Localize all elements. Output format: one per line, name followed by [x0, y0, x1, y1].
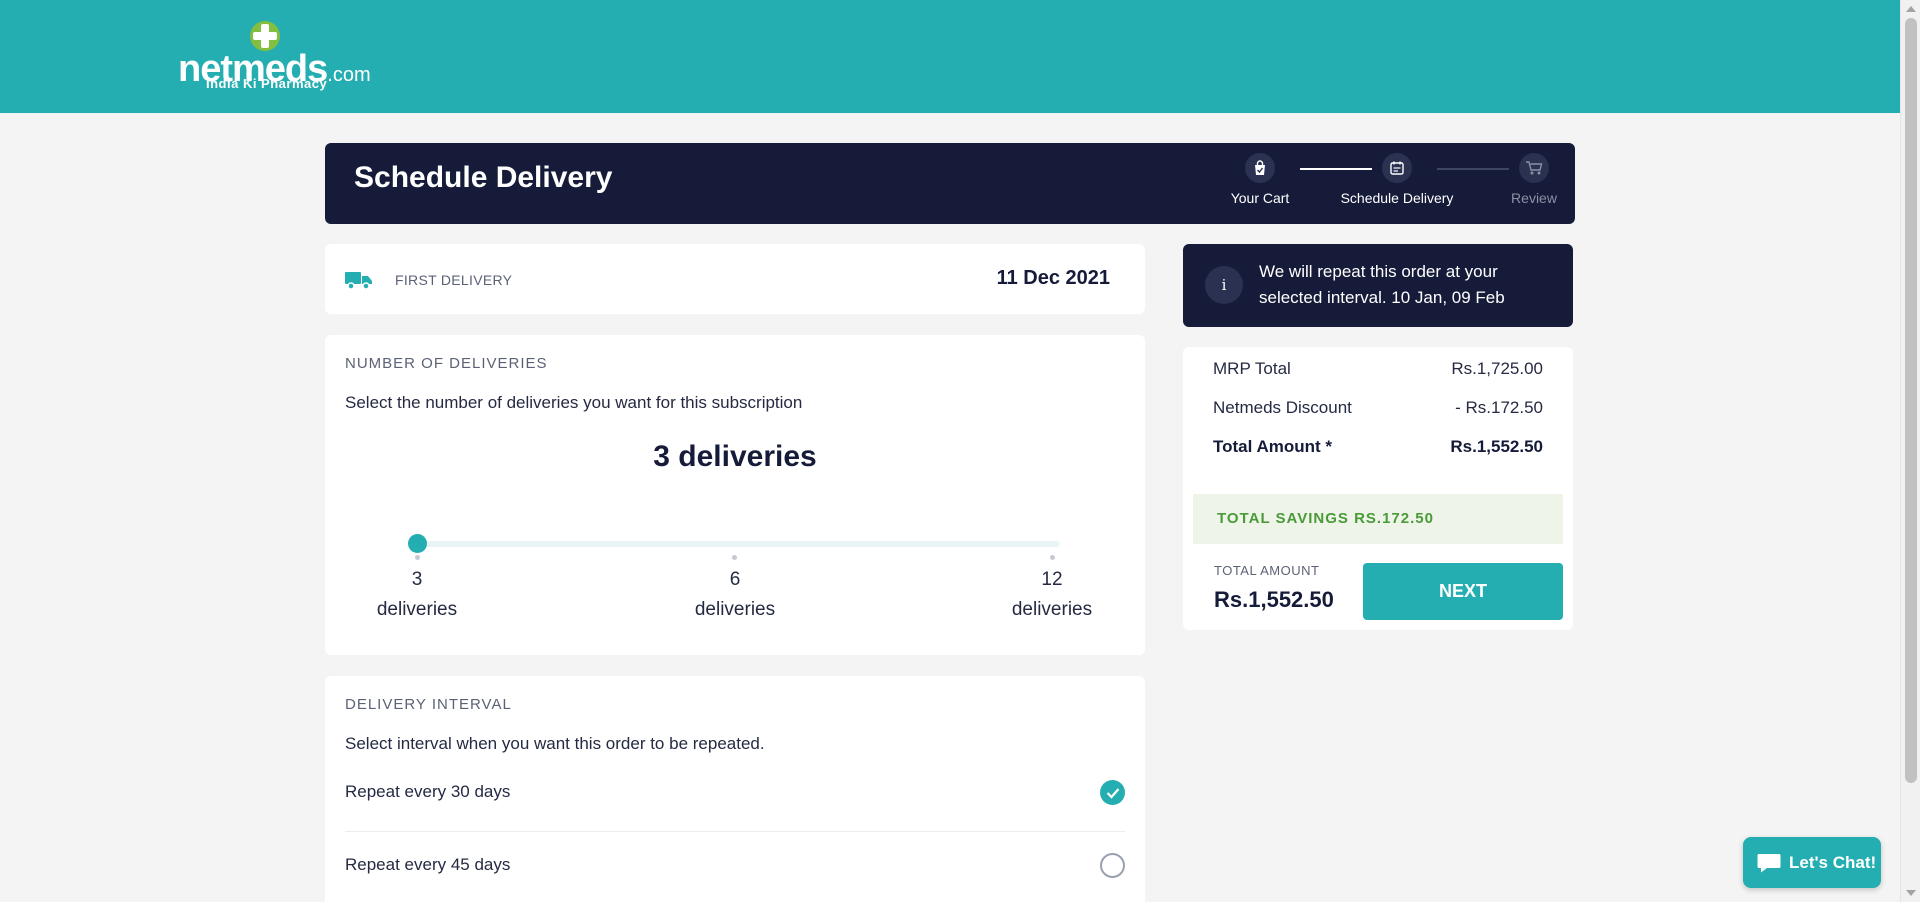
selected-deliveries-value: 3 deliveries	[653, 440, 817, 473]
deliveries-slider-track[interactable]	[417, 541, 1060, 547]
calendar-icon	[1390, 161, 1404, 175]
section-subtitle: Select the number of deliveries you want…	[345, 393, 803, 412]
delivery-option-12[interactable]: 12 deliveries	[997, 565, 1107, 625]
checkout-stepper: Your Cart Schedule Delivery Review	[1200, 153, 1570, 217]
section-title: NUMBER OF DELIVERIES	[345, 355, 548, 372]
summary-row-mrp: MRP Total Rs.1,725.00	[1213, 359, 1543, 378]
delivery-option-6[interactable]: 6 deliveries	[680, 565, 790, 625]
step-your-cart[interactable]: Your Cart	[1200, 153, 1320, 206]
step-review[interactable]: Review	[1474, 153, 1594, 206]
chat-label: Let's Chat!	[1789, 852, 1877, 872]
first-delivery-date[interactable]: 11 Dec 2021	[997, 267, 1110, 290]
delivery-interval-card: DELIVERY INTERVAL Select interval when y…	[325, 676, 1145, 902]
repeat-info-banner: i We will repeat this order at your sele…	[1183, 244, 1573, 327]
summary-row-total: Total Amount * Rs.1,552.50	[1213, 437, 1543, 456]
interval-option-30-days[interactable]: Repeat every 30 days	[345, 768, 1125, 818]
next-button[interactable]: NEXT	[1363, 563, 1563, 620]
lets-chat-button[interactable]: Let's Chat!	[1743, 837, 1881, 888]
scroll-up-arrow-icon[interactable]	[1906, 6, 1916, 12]
scrollbar-thumb[interactable]	[1905, 18, 1917, 783]
slider-tick	[415, 555, 420, 560]
schedule-header-panel: Schedule Delivery Your Cart Schedule Del…	[325, 143, 1575, 224]
total-amount-value: Rs.1,552.50	[1214, 587, 1334, 612]
delivery-option-3[interactable]: 3 deliveries	[362, 565, 472, 625]
deliveries-slider-thumb[interactable]	[408, 534, 427, 553]
total-amount-label: TOTAL AMOUNT	[1214, 563, 1320, 578]
cart-icon	[1526, 161, 1543, 175]
truck-icon	[345, 272, 372, 290]
section-title: DELIVERY INTERVAL	[345, 696, 512, 713]
logo-tagline: India Ki Pharmacy	[206, 76, 328, 91]
chat-bubble-icon	[1757, 853, 1781, 872]
repeat-info-text: We will repeat this order at your select…	[1259, 262, 1505, 307]
page-title: Schedule Delivery	[354, 161, 613, 194]
top-header-bar: netmeds.com India Ki Pharmacy	[0, 0, 1900, 113]
divider	[345, 831, 1125, 832]
slider-tick	[1050, 555, 1055, 560]
page-scrollbar[interactable]	[1900, 0, 1920, 902]
first-delivery-card: FIRST DELIVERY 11 Dec 2021	[325, 244, 1145, 314]
slider-tick	[732, 555, 737, 560]
scroll-down-arrow-icon[interactable]	[1906, 890, 1916, 896]
section-subtitle: Select interval when you want this order…	[345, 734, 765, 753]
summary-row-discount: Netmeds Discount - Rs.172.50	[1213, 398, 1543, 417]
shopping-bag-icon	[1255, 160, 1265, 175]
step-schedule-delivery[interactable]: Schedule Delivery	[1337, 153, 1457, 206]
netmeds-logo[interactable]: netmeds.com India Ki Pharmacy	[178, 18, 371, 98]
first-delivery-label: FIRST DELIVERY	[395, 272, 513, 288]
interval-option-45-days[interactable]: Repeat every 45 days	[345, 841, 1125, 891]
total-savings-banner: TOTAL SAVINGS RS.172.50	[1193, 494, 1563, 544]
info-icon: i	[1205, 266, 1243, 304]
number-of-deliveries-card: NUMBER OF DELIVERIES Select the number o…	[325, 335, 1145, 655]
radio-unchecked-icon[interactable]	[1100, 853, 1125, 878]
order-summary-card: MRP Total Rs.1,725.00 Netmeds Discount - R…	[1183, 347, 1573, 630]
radio-checked-icon[interactable]	[1100, 780, 1125, 805]
